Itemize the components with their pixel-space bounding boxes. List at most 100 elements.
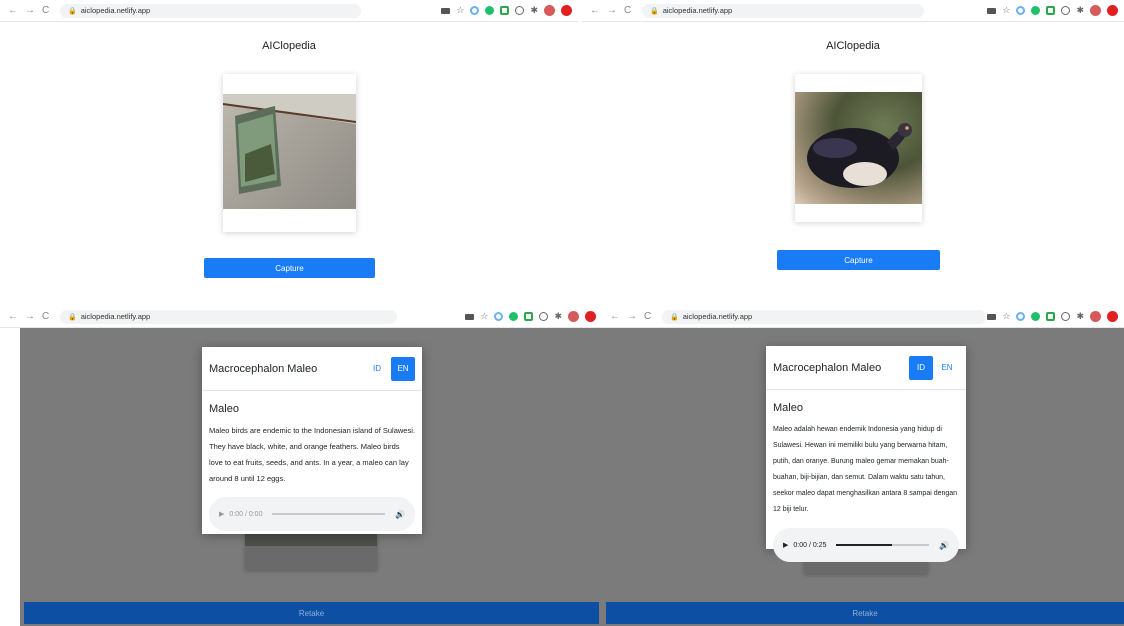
extension-icon[interactable] [561,5,572,16]
camera-preview-image [223,94,356,209]
audio-player[interactable]: ▶ 0:00 / 0:00 🔊 [209,497,415,531]
species-title: Macrocephalon Maleo [209,362,318,375]
lock-icon: 🔒 [68,313,77,321]
capture-screen-bird: ← → C 🔒 aiclopedia.netlify.app ☆ ✱ AIClo… [582,0,1124,300]
audio-seekbar[interactable] [836,544,930,546]
address-bar[interactable]: 🔒 aiclopedia.netlify.app [662,309,986,324]
capture-screen-camera: ← → C 🔒 aiclopedia.netlify.app ☆ ✱ AIClo… [0,0,578,300]
puzzle-icon[interactable]: ✱ [1076,5,1084,16]
extension-icon[interactable] [539,312,549,321]
wall-painting-icon [223,94,356,194]
play-icon[interactable]: ▶ [219,510,224,518]
address-bar[interactable]: 🔒 aiclopedia.netlify.app [642,3,924,18]
url-text: aiclopedia.netlify.app [682,312,753,321]
forward-icon[interactable]: → [627,311,637,322]
address-bar[interactable]: 🔒 aiclopedia.netlify.app [60,3,361,18]
extension-icon[interactable] [1107,5,1118,16]
puzzle-icon[interactable]: ✱ [1076,311,1084,322]
url-text: aiclopedia.netlify.app [80,6,151,15]
browser-toolbar: ← → C 🔒 aiclopedia.netlify.app ☆ ✱ [582,0,1124,22]
retake-button[interactable]: Retake [24,602,599,624]
browser-toolbar: ← → C 🔒 aiclopedia.netlify.app ☆ ✱ [0,0,578,22]
url-text: aiclopedia.netlify.app [662,6,733,15]
extension-icon[interactable] [500,6,510,15]
audio-seekbar[interactable] [272,513,386,515]
capture-button[interactable]: Capture [777,250,940,270]
lang-en-button[interactable]: EN [935,356,959,380]
language-toggle: ID EN [365,356,415,381]
back-icon[interactable]: ← [8,5,18,16]
volume-icon[interactable]: 🔊 [395,510,405,519]
back-icon[interactable]: ← [610,311,620,322]
extension-icon[interactable] [1031,312,1041,321]
extension-icon[interactable] [1107,311,1118,322]
extension-icon[interactable] [494,312,504,321]
reload-icon[interactable]: C [644,311,651,322]
forward-icon[interactable]: → [25,311,35,322]
lang-id-button[interactable]: ID [365,357,389,381]
extension-icon[interactable] [485,6,495,15]
modal-body: Maleo Maleo birds are endemic to the Ind… [202,391,422,531]
cast-icon[interactable] [465,313,475,320]
species-title: Macrocephalon Maleo [773,361,882,374]
play-icon[interactable]: ▶ [783,541,788,549]
cast-icon[interactable] [987,313,997,320]
avatar[interactable] [544,5,555,16]
extension-icon[interactable] [524,312,534,321]
extension-icon[interactable] [585,311,596,322]
reload-icon[interactable]: C [624,5,631,16]
extension-icon[interactable] [1046,312,1056,321]
animal-name: Maleo [773,402,803,414]
star-icon[interactable]: ☆ [1002,311,1010,322]
lang-id-button[interactable]: ID [909,355,933,380]
extension-icon[interactable] [1046,6,1056,15]
retake-button[interactable]: Retake [606,602,1124,624]
extension-icon[interactable] [470,6,480,15]
result-modal: Macrocephalon Maleo ID EN Maleo Maleo bi… [202,347,422,534]
cast-icon[interactable] [441,7,451,14]
forward-icon[interactable]: → [607,5,617,16]
lang-en-button[interactable]: EN [391,356,415,381]
extension-icon[interactable] [1031,6,1041,15]
audio-player[interactable]: ▶ 0:00 / 0:25 🔊 [773,528,959,562]
browser-toolbar: ← → C 🔒 aiclopedia.netlify.app ☆ ✱ [602,306,1124,328]
capture-button[interactable]: Capture [204,258,375,278]
puzzle-icon[interactable]: ✱ [530,5,538,16]
camera-preview-card [223,74,356,232]
star-icon[interactable]: ☆ [456,5,464,16]
browser-toolbar: ← → C 🔒 aiclopedia.netlify.app ☆ ✱ [0,306,602,328]
back-icon[interactable]: ← [8,311,18,322]
audio-time: 0:00 / 0:00 [229,510,263,518]
extension-icon[interactable] [1061,6,1071,15]
animal-name: Maleo [209,403,239,415]
camera-preview-card [795,74,922,222]
animal-description: Maleo adalah hewan endemik Indonesia yan… [773,426,958,513]
puzzle-icon[interactable]: ✱ [554,311,562,322]
reload-icon[interactable]: C [42,5,49,16]
address-bar[interactable]: 🔒 aiclopedia.netlify.app [60,309,398,324]
maleo-bird-icon [807,123,912,188]
app-title: AIClopedia [262,40,316,52]
avatar[interactable] [568,311,579,322]
extension-icon[interactable] [515,6,525,15]
modal-body: Maleo Maleo adalah hewan endemik Indones… [766,390,966,562]
avatar[interactable] [1090,311,1101,322]
extension-icon[interactable] [1016,6,1026,15]
star-icon[interactable]: ☆ [1002,5,1010,16]
modal-header: Macrocephalon Maleo ID EN [766,346,966,390]
cast-icon[interactable] [987,7,997,14]
back-icon[interactable]: ← [590,5,600,16]
result-screen-indonesian: ← → C 🔒 aiclopedia.netlify.app ☆ ✱ Macro… [602,306,1124,626]
lock-icon: 🔒 [68,7,77,15]
forward-icon[interactable]: → [25,5,35,16]
bird-photo [795,92,922,204]
volume-icon[interactable]: 🔊 [939,541,949,550]
extension-icon[interactable] [509,312,519,321]
extension-icon[interactable] [1016,312,1026,321]
dimmed-preview-card [245,528,377,570]
star-icon[interactable]: ☆ [480,311,488,322]
reload-icon[interactable]: C [42,311,49,322]
result-modal: Macrocephalon Maleo ID EN Maleo Maleo ad… [766,346,966,562]
avatar[interactable] [1090,5,1101,16]
extension-icon[interactable] [1061,312,1071,321]
